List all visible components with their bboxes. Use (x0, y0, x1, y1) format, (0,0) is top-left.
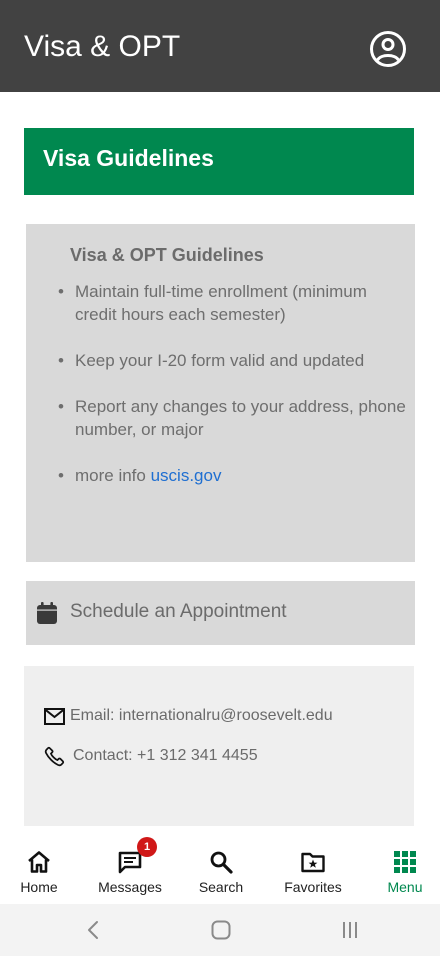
bullet: • (58, 397, 64, 416)
app-bar: Visa & OPT (0, 0, 440, 92)
grid-menu-icon (394, 851, 416, 873)
nav-favorites[interactable]: Favorites (276, 836, 350, 904)
phone-icon (44, 746, 65, 767)
guideline-item: • Keep your I-20 form valid and updated (56, 349, 406, 372)
guideline-item: • more info uscis.gov (56, 464, 406, 487)
appointment-label: Schedule an Appointment (70, 601, 287, 622)
bottom-navigation: Home 1 Messages Search Favorites Menu (0, 836, 440, 904)
guidelines-card: Visa & OPT Guidelines • Maintain full-ti… (26, 224, 415, 562)
page-title: Visa & OPT (24, 30, 181, 63)
email-icon (44, 708, 65, 725)
calendar-icon (37, 602, 57, 624)
home-circle-icon[interactable] (209, 918, 233, 942)
nav-home[interactable]: Home (10, 836, 68, 904)
unread-badge: 1 (137, 837, 157, 857)
guideline-text: Report any changes to your address, phon… (75, 397, 406, 439)
nav-label: Messages (98, 879, 162, 895)
account-circle-icon[interactable] (368, 29, 408, 69)
home-icon (28, 851, 50, 873)
nav-label: Home (20, 879, 58, 895)
recents-icon[interactable] (338, 918, 362, 942)
nav-label: Search (198, 879, 244, 895)
bullet: • (58, 351, 64, 370)
contact-card: Email: internationalru@roosevelt.edu Con… (24, 666, 414, 826)
schedule-appointment-button[interactable]: Schedule an Appointment (26, 581, 415, 645)
nav-menu[interactable]: Menu (378, 836, 432, 904)
back-icon[interactable] (82, 918, 106, 942)
bullet: • (58, 282, 64, 301)
bullet: • (58, 466, 64, 485)
nav-messages[interactable]: 1 Messages (90, 836, 170, 904)
phone-contact[interactable]: Contact: +1 312 341 4455 (73, 747, 258, 765)
guideline-text: Keep your I-20 form valid and updated (75, 351, 365, 370)
nav-search[interactable]: Search (192, 836, 250, 904)
guideline-item: • Maintain full-time enrollment (minimum… (56, 280, 406, 326)
system-navigation-bar (0, 904, 440, 956)
nav-label: Favorites (284, 879, 342, 895)
guideline-text: Maintain full-time enrollment (minimum c… (75, 282, 367, 324)
uscis-link[interactable]: uscis.gov (151, 466, 222, 485)
more-info-text: more info (75, 466, 151, 485)
favorites-folder-icon (301, 852, 325, 873)
guideline-item: • Report any changes to your address, ph… (56, 395, 406, 441)
search-icon (210, 851, 233, 874)
email-contact[interactable]: Email: internationalru@roosevelt.edu (70, 707, 333, 725)
section-banner: Visa Guidelines (24, 128, 414, 195)
nav-label: Menu (387, 879, 423, 895)
banner-title: Visa Guidelines (43, 145, 214, 171)
guidelines-heading: Visa & OPT Guidelines (70, 245, 264, 265)
